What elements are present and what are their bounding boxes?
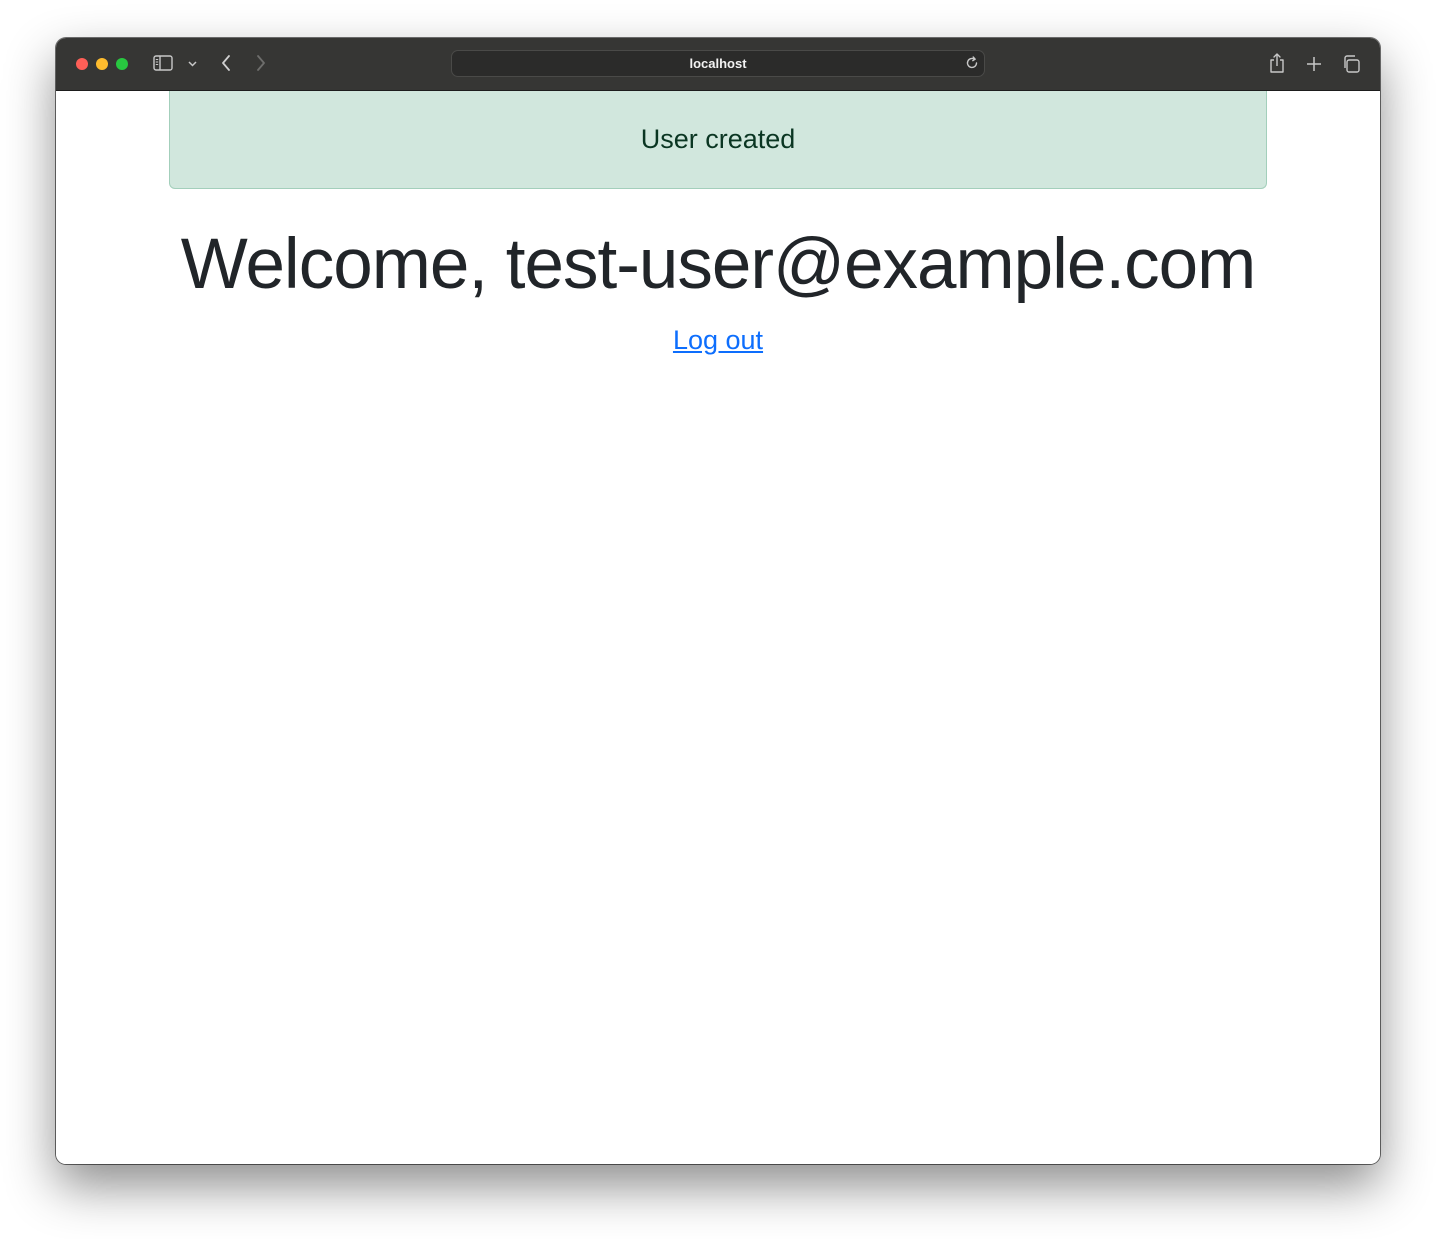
share-icon[interactable]: [1267, 52, 1287, 74]
alert-message: User created: [640, 124, 796, 154]
page-title: Welcome, test-user@example.com: [180, 225, 1257, 304]
browser-window: localhost User created Welcome, test-use…: [56, 38, 1380, 1164]
tabs-overview-icon[interactable]: [1341, 54, 1361, 74]
plus-icon[interactable]: [1305, 55, 1323, 73]
maximize-window-button[interactable]: [116, 58, 128, 70]
page-content: User created Welcome, test-user@example.…: [56, 91, 1380, 1164]
reload-icon[interactable]: [965, 56, 979, 75]
chevron-down-icon[interactable]: [187, 59, 197, 69]
success-alert: User created: [169, 91, 1267, 189]
minimize-window-button[interactable]: [96, 58, 108, 70]
logout-link[interactable]: Log out: [673, 325, 763, 355]
browser-toolbar: localhost: [56, 38, 1380, 91]
address-bar[interactable]: localhost: [451, 50, 985, 77]
logout-container: Log out: [56, 325, 1380, 356]
sidebar-icon[interactable]: [153, 54, 173, 72]
forward-arrow-icon[interactable]: [253, 53, 269, 73]
close-window-button[interactable]: [76, 58, 88, 70]
address-text: localhost: [689, 56, 747, 71]
back-arrow-icon[interactable]: [218, 53, 234, 73]
